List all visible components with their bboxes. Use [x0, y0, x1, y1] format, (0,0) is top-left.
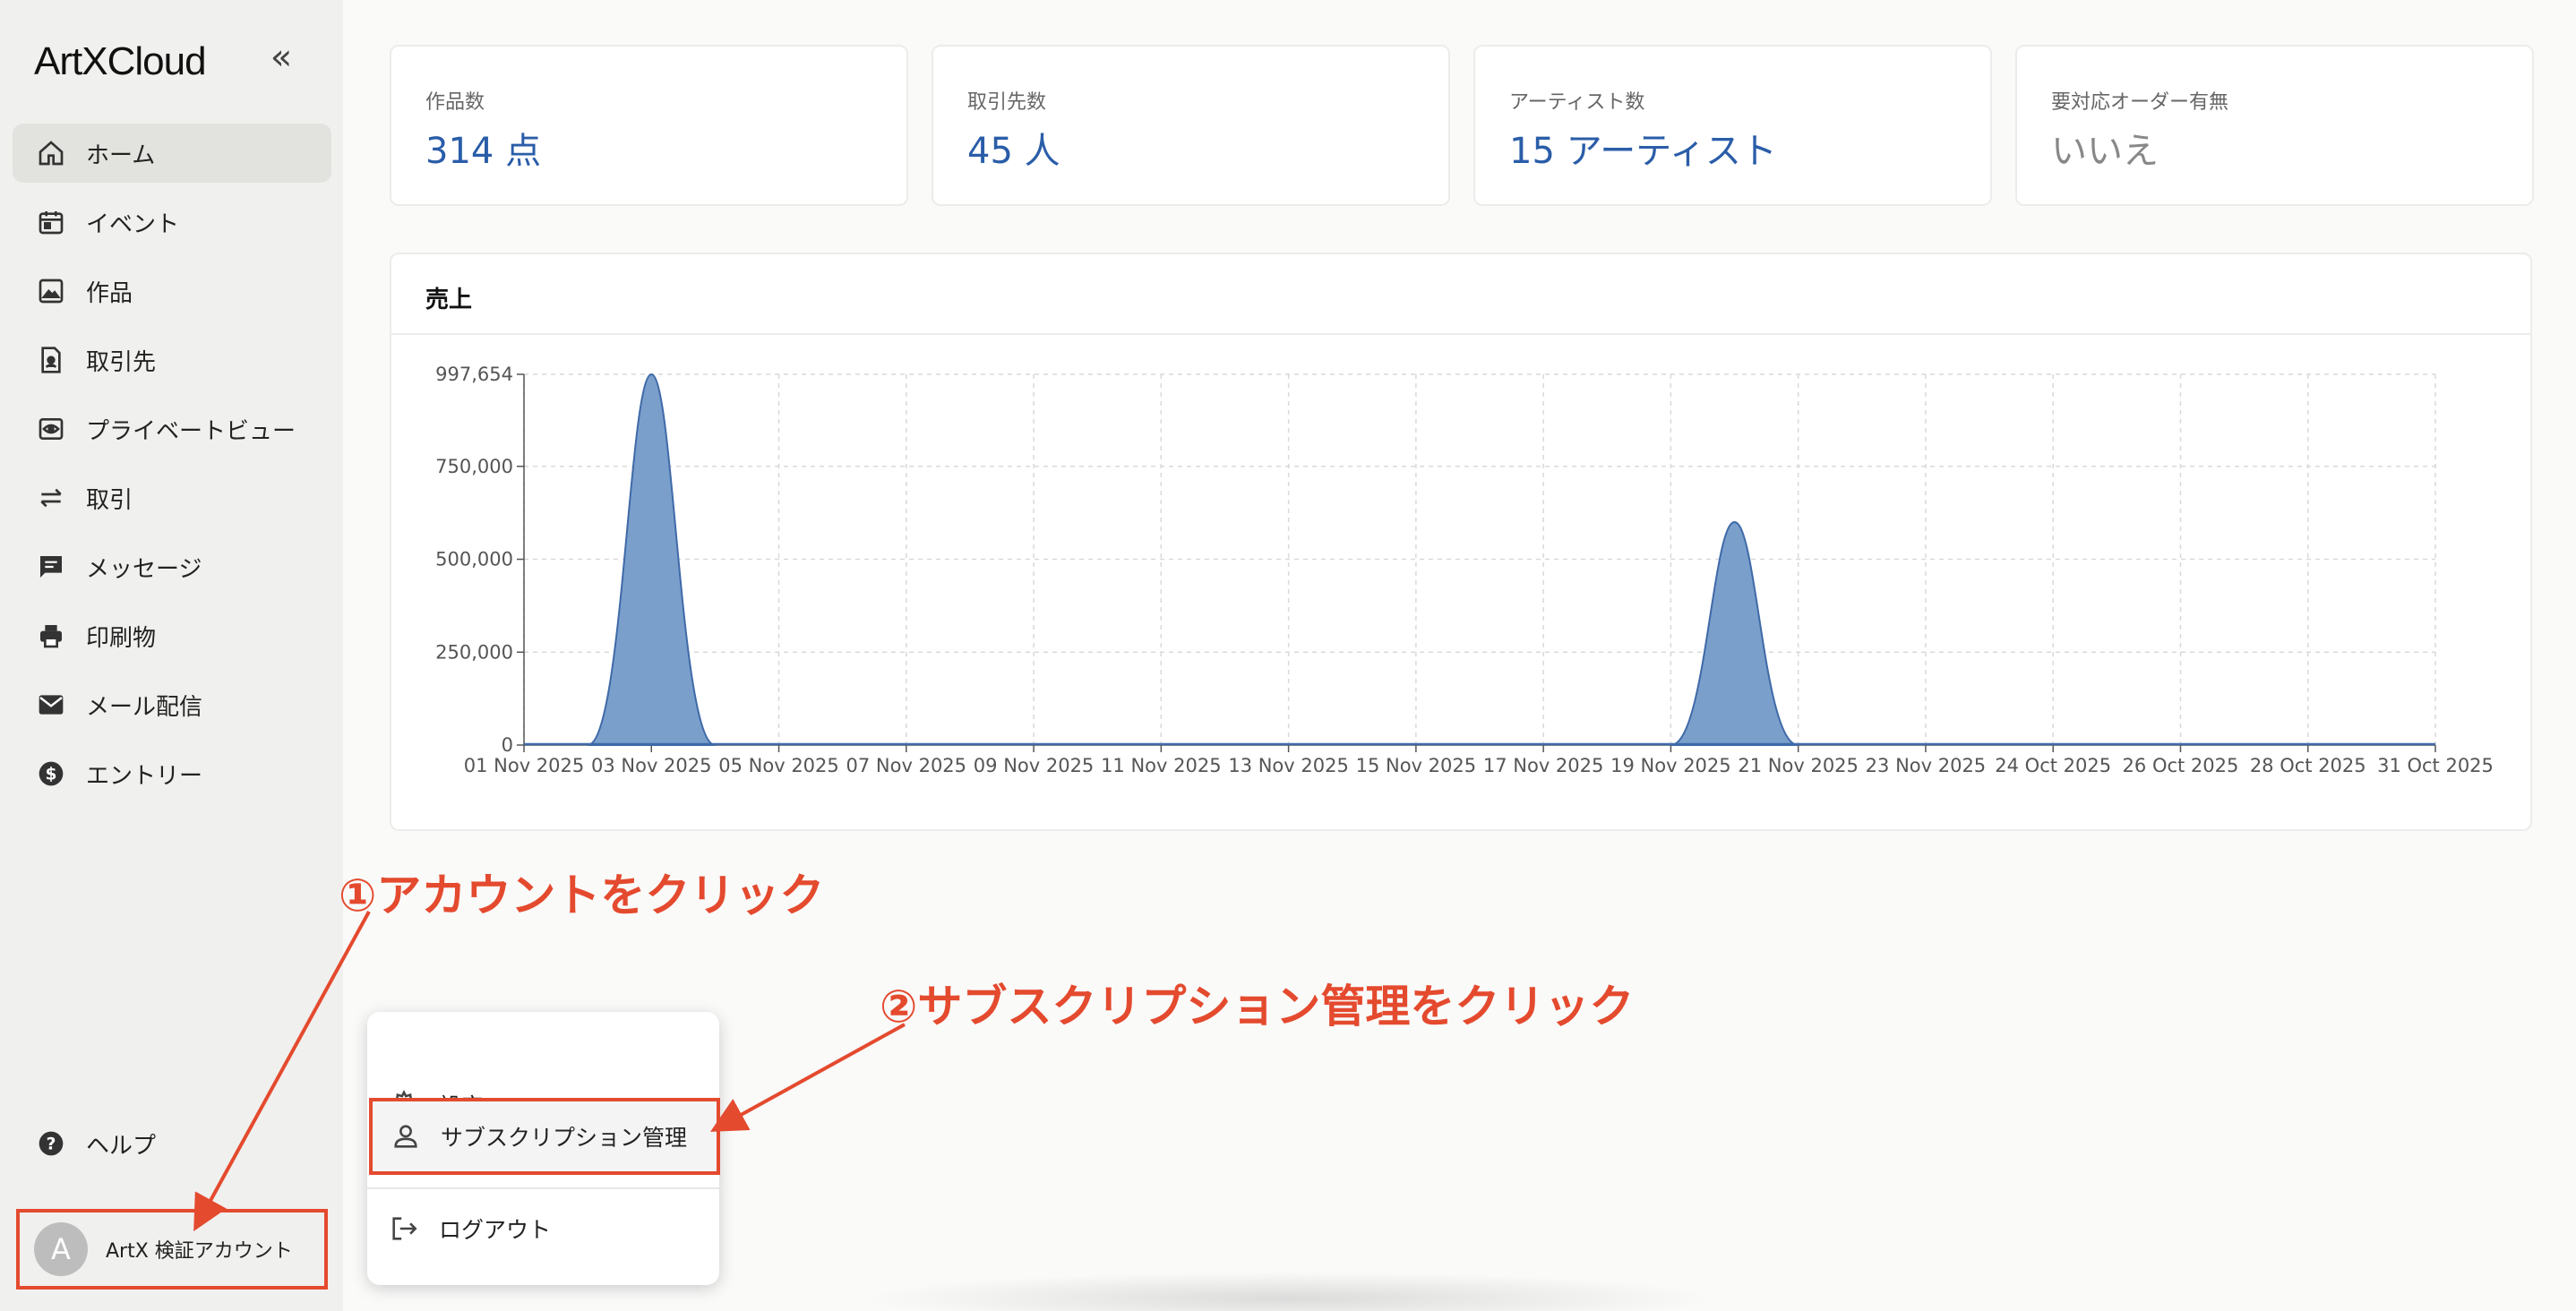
menu-item-subscription[interactable]: サブスクリプション管理 — [369, 1098, 720, 1175]
contact-icon — [36, 345, 66, 375]
image-icon — [36, 276, 66, 306]
stat-card-orders[interactable]: 要対応オーダー有無 いいえ — [2015, 45, 2534, 206]
account-button[interactable]: A ArtX 検証アカウント — [16, 1209, 328, 1290]
sidebar-item-label: 取引 — [86, 486, 133, 514]
help-icon: ? — [36, 1128, 66, 1159]
x-tick-label: 24 Oct 2025 — [1995, 755, 2111, 776]
sidebar-nav: ホーム イベント 作品 取引先 プライベートビュー 取引 メッセージ 印刷物 メ… — [13, 124, 331, 813]
area-peak — [1670, 521, 1799, 746]
swap-icon — [36, 483, 66, 513]
x-tick-label: 09 Nov 2025 — [974, 755, 1095, 776]
x-tick-label: 23 Nov 2025 — [1866, 755, 1987, 776]
sidebar-item-messages[interactable]: メッセージ — [13, 537, 331, 596]
sidebar-item-help[interactable]: ? ヘルプ — [13, 1114, 331, 1173]
svg-text:?: ? — [47, 1135, 56, 1154]
sales-chart-card: 売上 0 250,000 500,000 750,000 997,654 01 Nov 2… — [390, 253, 2532, 831]
stat-card-works[interactable]: 作品数 314 点 — [390, 45, 908, 206]
stat-label: 要対応オーダー有無 — [2051, 91, 2229, 114]
sidebar-item-label: イベント — [86, 210, 180, 238]
x-tick-label: 26 Oct 2025 — [2123, 755, 2239, 776]
x-tick-label: 01 Nov 2025 — [464, 755, 585, 776]
eye-icon — [36, 414, 66, 444]
sidebar-item-label: プライベートビュー — [86, 417, 296, 445]
x-tick-label: 03 Nov 2025 — [591, 755, 712, 776]
y-tick-label: 750,000 — [435, 456, 513, 477]
message-icon — [36, 552, 66, 582]
sidebar-item-label: 作品 — [86, 279, 133, 307]
sidebar-item-mail[interactable]: メール配信 — [13, 675, 331, 734]
y-tick-label: 997,654 — [435, 364, 513, 385]
svg-text:$: $ — [46, 766, 57, 784]
stat-value: 45 人 — [967, 131, 1060, 172]
divider — [367, 1187, 719, 1189]
sidebar-item-home[interactable]: ホーム — [13, 124, 331, 183]
sidebar-item-works[interactable]: 作品 — [13, 261, 331, 321]
x-tick-label: 05 Nov 2025 — [718, 755, 839, 776]
x-tick-label: 07 Nov 2025 — [846, 755, 967, 776]
sidebar-item-label: ホーム — [86, 141, 156, 169]
stat-value: 15 アーティスト — [1509, 131, 1777, 172]
x-tick-label: 28 Oct 2025 — [2250, 755, 2366, 776]
y-tick-label: 500,000 — [435, 549, 513, 570]
sidebar-item-label: エントリー — [86, 762, 203, 790]
sidebar-item-label: メール配信 — [86, 693, 203, 721]
sidebar-item-private-view[interactable]: プライベートビュー — [13, 399, 331, 458]
app-logo[interactable]: ArtXCloud — [34, 39, 207, 84]
sidebar-item-entry[interactable]: $ エントリー — [13, 744, 331, 803]
stat-card-clients[interactable]: 取引先数 45 人 — [932, 45, 1450, 206]
avatar: A — [34, 1222, 88, 1276]
x-tick-label: 15 Nov 2025 — [1356, 755, 1477, 776]
x-tick-label: 17 Nov 2025 — [1483, 755, 1604, 776]
sidebar-item-transactions[interactable]: 取引 — [13, 468, 331, 527]
sidebar-item-label: 取引先 — [86, 348, 157, 376]
sidebar-item-events[interactable]: イベント — [13, 193, 331, 252]
sidebar-item-clients[interactable]: 取引先 — [13, 330, 331, 390]
stat-label: アーティスト数 — [1509, 91, 1645, 114]
sidebar-item-prints[interactable]: 印刷物 — [13, 606, 331, 665]
menu-item-label: ログアウト — [439, 1217, 552, 1243]
annotation-step1: ①アカウントをクリック — [339, 870, 825, 921]
sidebar-item-label: ヘルプ — [86, 1132, 157, 1160]
annotation-step2: ②サブスクリプション管理をクリック — [880, 981, 1635, 1033]
stat-value: 314 点 — [425, 131, 542, 172]
x-tick-label: 13 Nov 2025 — [1228, 755, 1349, 776]
menu-item-logout[interactable]: ログアウト — [367, 1191, 719, 1266]
x-tick-label: 19 Nov 2025 — [1610, 755, 1731, 776]
stat-card-artists[interactable]: アーティスト数 15 アーティスト — [1473, 45, 1992, 206]
sidebar-item-label: 印刷物 — [86, 624, 157, 652]
logout-icon — [392, 1217, 417, 1240]
account-menu: 設定 サブスクリプション管理 ログアウト — [367, 1012, 720, 1285]
sidebar: ArtXCloud « ホーム イベント 作品 取引先 プライベートビュー 取引… — [0, 0, 343, 1311]
home-icon — [36, 138, 66, 168]
x-tick-label: 21 Nov 2025 — [1738, 755, 1859, 776]
printer-icon — [36, 621, 66, 651]
stat-label: 取引先数 — [967, 91, 1047, 114]
sales-chart: 0 250,000 500,000 750,000 997,654 01 Nov 2025… — [435, 364, 2494, 776]
mail-icon — [36, 690, 66, 720]
collapse-sidebar-button[interactable]: « — [265, 39, 297, 77]
user-icon — [394, 1125, 417, 1148]
stat-value: いいえ — [2051, 131, 2159, 172]
y-tick-label: 0 — [502, 734, 513, 756]
menu-item-label: サブスクリプション管理 — [441, 1125, 688, 1151]
stat-label: 作品数 — [425, 91, 485, 114]
account-name: ArtX 検証アカウント — [106, 1240, 293, 1263]
calendar-icon — [36, 207, 66, 237]
y-tick-label: 250,000 — [435, 641, 513, 663]
x-tick-label: 31 Oct 2025 — [2377, 755, 2494, 776]
x-tick-label: 11 Nov 2025 — [1101, 755, 1222, 776]
dollar-icon: $ — [36, 758, 66, 789]
sidebar-item-label: メッセージ — [86, 555, 202, 583]
scroll-shadow — [860, 1272, 1720, 1311]
